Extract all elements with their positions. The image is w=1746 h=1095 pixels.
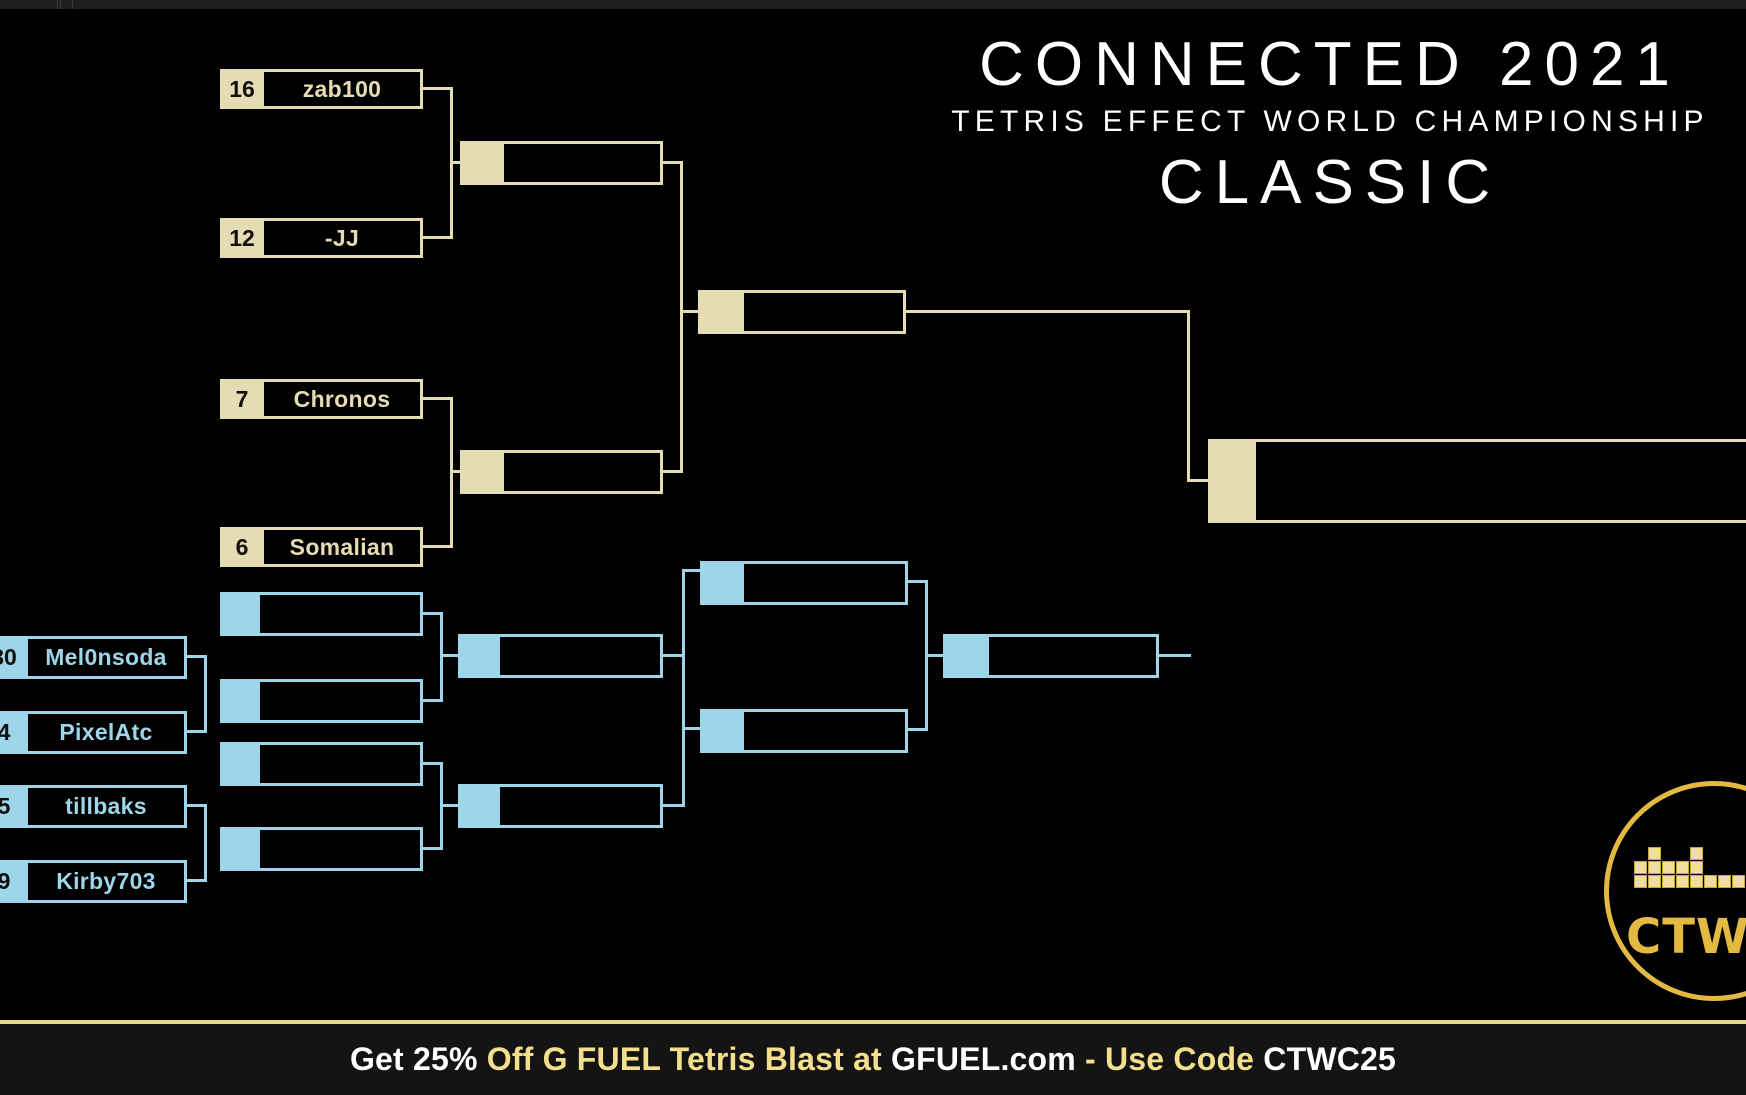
player-name: Chronos [264,379,423,419]
bracket-slot-kirby703[interactable]: 9 Kirby703 [0,860,187,903]
promo-code: CTWC25 [1263,1041,1397,1077]
player-name [744,709,908,753]
seed-number [460,141,504,185]
bracket-connector [440,804,460,807]
seed-number: 12 [220,218,264,258]
promo-banner: Get 25% Off G FUEL Tetris Blast at GFUEL… [0,1020,1746,1095]
event-subtitle: TETRIS EFFECT WORLD CHAMPIONSHIP [951,105,1709,138]
seed-number: 5 [0,785,28,828]
player-name [260,679,423,723]
seed-number [698,290,744,334]
player-name [260,827,423,871]
seed-number: 4 [0,711,28,754]
player-name [500,784,663,828]
bracket-slot-chronos[interactable]: 7 Chronos [220,379,423,419]
bracket-slot-somalian[interactable]: 6 Somalian [220,527,423,567]
bracket-slot-jj[interactable]: 12 -JJ [220,218,423,258]
bracket-slot-gold-r2-upper[interactable] [460,141,663,185]
bracket-stage: CONNECTED 2021 TETRIS EFFECT WORLD CHAMP… [0,9,1746,1020]
player-name [744,290,906,334]
seed-number: 30 [0,636,28,679]
bracket-slot-blue-r3-1[interactable] [458,634,663,678]
player-name: zab100 [264,69,423,109]
bracket-slot-gold-r3[interactable] [698,290,906,334]
seed-number [458,634,500,678]
bracket-slot-blue-r2-3[interactable] [220,742,423,786]
bracket-slot-blue-r2-4[interactable] [220,827,423,871]
bracket-connector [423,87,453,90]
promo-link[interactable]: GFUEL.com [891,1041,1076,1078]
bracket-connector [423,397,453,400]
event-title-block: CONNECTED 2021 TETRIS EFFECT WORLD CHAMP… [780,31,1746,219]
seed-number [458,784,500,828]
bracket-slot-zab100[interactable]: 16 zab100 [220,69,423,109]
promo-text-2: Off G FUEL Tetris Blast at [486,1041,892,1077]
bracket-slot-pixelatc[interactable]: 4 PixelAtc [0,711,187,754]
player-name [744,561,908,605]
player-name [1256,439,1746,523]
event-division: CLASSIC [1158,148,1502,217]
player-name: Kirby703 [28,860,187,903]
bracket-connector [440,654,460,657]
bracket-connector [423,236,453,239]
bracket-slot-grand-final[interactable] [1208,439,1746,523]
bracket-slot-blue-r5[interactable] [943,634,1159,678]
page-title: CONNECTED 2021 [979,30,1681,99]
bracket-slot-gold-r2-lower[interactable] [460,450,663,494]
player-name [504,141,663,185]
seed-number: 7 [220,379,264,419]
bracket-connector [680,310,700,313]
seed-number [700,561,744,605]
player-name [504,450,663,494]
bracket-slot-blue-r2-1[interactable] [220,592,423,636]
seed-number [1208,439,1256,523]
chrome-tick [60,0,61,9]
bracket-slot-blue-r3-2[interactable] [458,784,663,828]
bracket-slot-blue-r2-2[interactable] [220,679,423,723]
player-name: tillbaks [28,785,187,828]
bracket-connector [680,161,683,473]
seed-number [220,679,260,723]
bracket-connector [682,727,702,730]
bracket-connector [925,654,945,657]
ctwc-logo: CTWC [1604,781,1746,1011]
bracket-slot-tillbaks[interactable]: 5 tillbaks [0,785,187,828]
player-name [989,634,1159,678]
bracket-connector [906,310,1190,313]
seed-number: 6 [220,527,264,567]
bracket-connector [204,655,207,733]
seed-number: 9 [0,860,28,903]
player-name: -JJ [264,218,423,258]
bracket-connector [682,569,702,572]
bracket-connector [1159,654,1191,657]
bracket-slot-mel0nsoda[interactable]: 30 Mel0nsoda [0,636,187,679]
bracket-connector [1187,479,1210,482]
bracket-connector [204,804,207,882]
player-name [500,634,663,678]
seed-number [220,827,260,871]
seed-number [943,634,989,678]
promo-text-1: Get 25% [349,1041,487,1077]
promo-text-3: - Use Code [1075,1041,1264,1077]
seed-number: 16 [220,69,264,109]
bracket-connector [1187,310,1190,482]
bracket-connector [440,612,443,702]
bracket-connector [682,569,685,807]
bracket-connector [423,545,453,548]
bracket-slot-blue-r4-2[interactable] [700,709,908,753]
seed-number [220,592,260,636]
logo-wordmark: CTWC [1626,909,1746,965]
player-name: Mel0nsoda [28,636,187,679]
player-name: Somalian [264,527,423,567]
seed-number [220,742,260,786]
bracket-slot-blue-r4-1[interactable] [700,561,908,605]
seed-number [460,450,504,494]
seed-number [700,709,744,753]
chrome-tick [72,0,73,9]
chrome-tick [57,0,58,9]
player-name [260,742,423,786]
tetromino-blocks-icon [1634,847,1746,905]
player-name [260,592,423,636]
player-name: PixelAtc [28,711,187,754]
